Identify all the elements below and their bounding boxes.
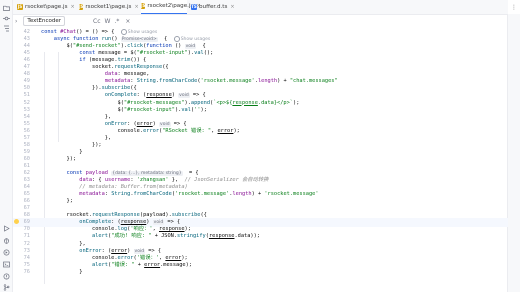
structure-icon[interactable]: [2, 24, 10, 32]
js-file-icon: JS: [141, 3, 146, 10]
code-editor[interactable]: 42 const #Chat() = () => { Show usages 43 …: [13, 28, 508, 292]
find-input-text: TextEncoder: [27, 18, 62, 24]
editor-tab-bar: JS rsocket\page.js × JS rsocket1\page.js × JS r…: [13, 0, 508, 15]
find-input[interactable]: TextEncoder: [23, 16, 66, 26]
commit-icon[interactable]: [2, 14, 10, 22]
match-case-button[interactable]: Cc: [93, 16, 101, 26]
close-icon[interactable]: ×: [134, 4, 138, 10]
js-file-icon: JS: [17, 4, 23, 10]
editor-tab[interactable]: JS rsocket1\page.js ×: [79, 0, 139, 14]
whole-words-button[interactable]: W: [105, 16, 111, 26]
more-tabs-icon[interactable]: ⋮: [508, 0, 520, 14]
tab-label: buffer.d.ts: [199, 4, 228, 10]
editor-tab[interactable]: JS rsocket2\page.js ×: [141, 0, 201, 14]
editor-tab[interactable]: JS rsocket\page.js ×: [17, 0, 75, 14]
tab-label: rsocket\page.js: [25, 4, 68, 10]
close-icon[interactable]: ×: [230, 4, 234, 10]
terminal-icon[interactable]: [2, 260, 10, 268]
services-icon[interactable]: [2, 248, 10, 256]
right-tool-rail: [507, 14, 520, 292]
code-line[interactable]: 76 }: [13, 268, 508, 276]
js-file-icon: JS: [79, 4, 84, 10]
expand-icon[interactable]: ›: [15, 16, 17, 26]
debug-icon[interactable]: [2, 236, 10, 244]
close-icon[interactable]: ×: [125, 16, 130, 26]
project-icon[interactable]: [2, 4, 10, 12]
problems-icon[interactable]: [2, 272, 10, 280]
ide-window: JS rsocket\page.js × JS rsocket1\page.js × JS r…: [0, 0, 520, 292]
line-number: 76: [23, 268, 30, 275]
close-icon[interactable]: ×: [71, 4, 75, 10]
tab-label: rsocket2\page.js: [147, 3, 194, 10]
run-icon[interactable]: [2, 224, 10, 232]
git-icon[interactable]: [2, 283, 10, 291]
editor-tab[interactable]: TS buffer.d.ts ×: [191, 0, 241, 14]
ts-file-icon: TS: [191, 4, 197, 10]
regex-button[interactable]: .*: [114, 16, 119, 26]
code-text: }: [41, 268, 83, 275]
left-tool-rail: [0, 0, 13, 292]
find-toolbar: › TextEncoder Cc W .* ×: [13, 15, 508, 27]
tab-label: rsocket1\page.js: [85, 4, 132, 10]
